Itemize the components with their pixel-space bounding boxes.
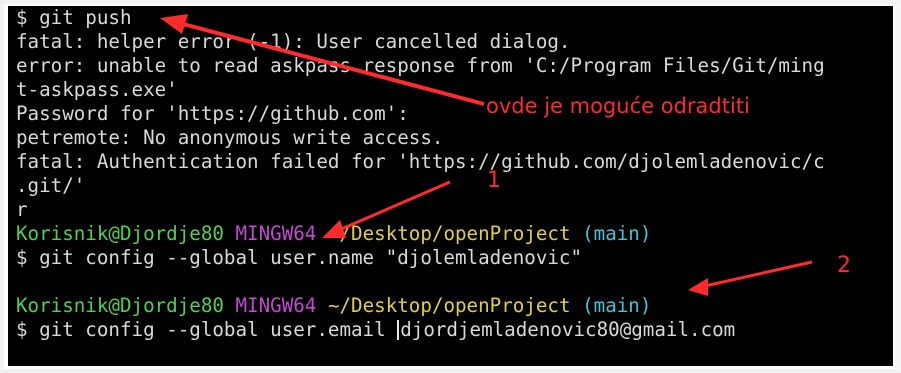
annotation-marker-2: 2: [837, 253, 851, 278]
arrow-head-icon: [160, 14, 188, 34]
annotation-arrow: [167, 18, 485, 106]
annotation-arrows: [160, 14, 813, 296]
annotation-arrow: [329, 180, 451, 236]
arrow-head-icon: [688, 278, 708, 296]
annotation-arrow: [695, 260, 813, 290]
arrow-head-icon: [322, 220, 346, 238]
annotation-marker-1: 1: [487, 168, 501, 193]
annotation-note: ovde je moguće odradtiti: [486, 94, 750, 118]
